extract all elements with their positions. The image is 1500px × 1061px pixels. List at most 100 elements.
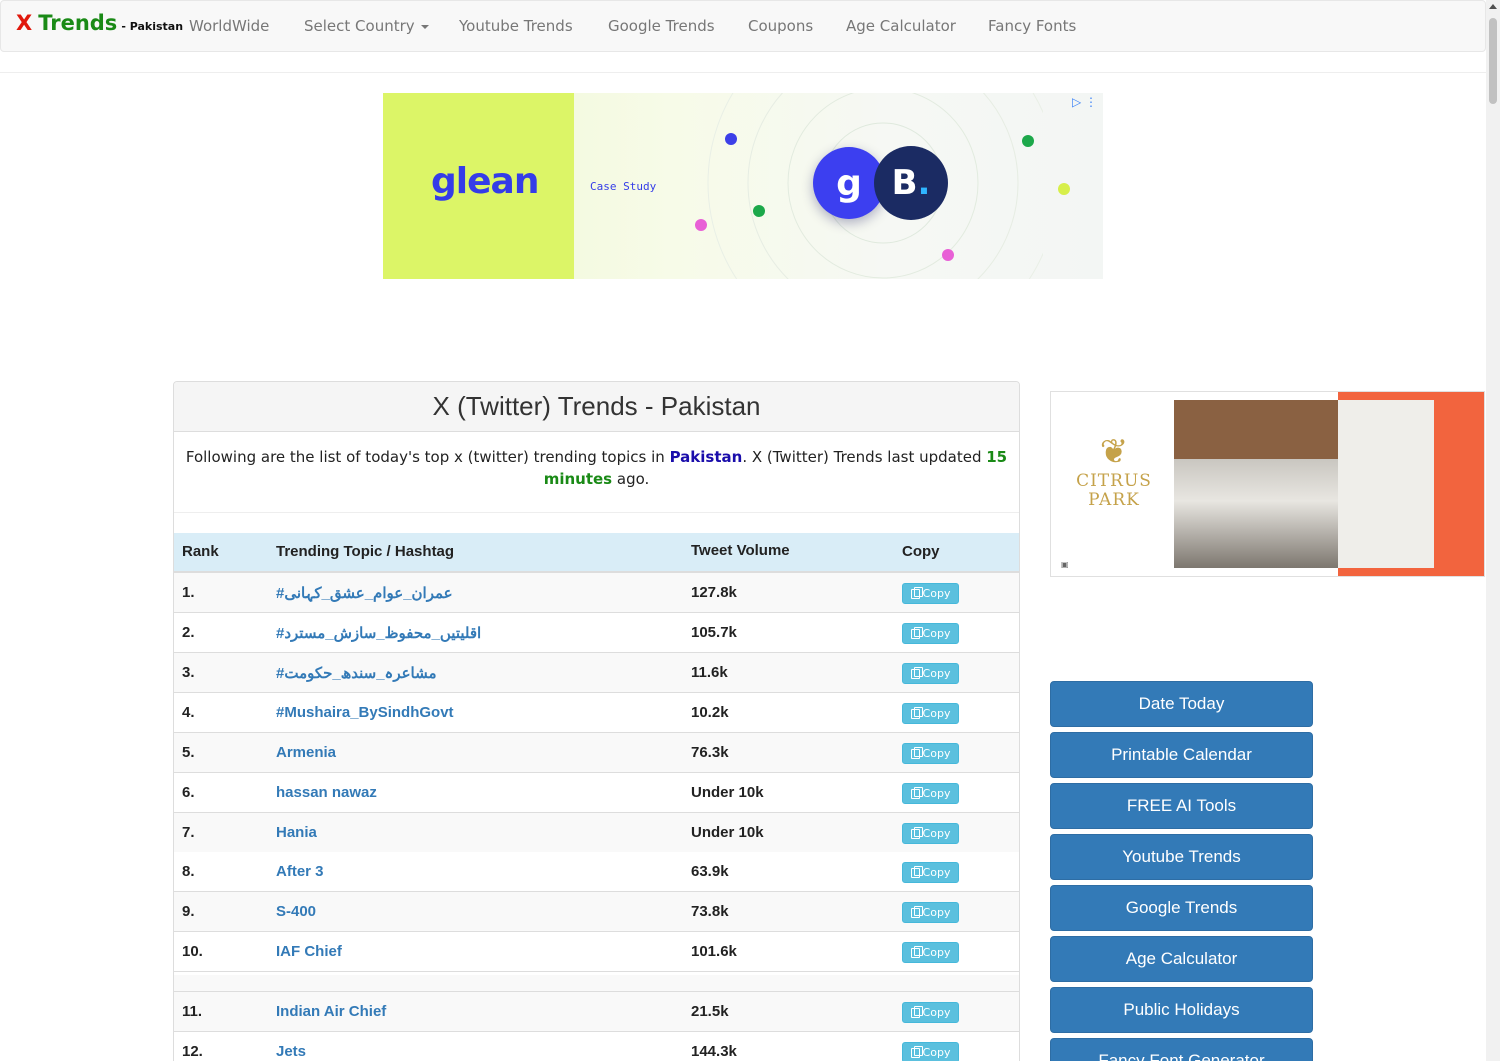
header-rank: Rank <box>182 543 219 560</box>
table-header: Rank Trending Topic / Hashtag Tweet Volu… <box>174 533 1019 573</box>
ad-dot <box>753 205 765 217</box>
ad-dot <box>1058 183 1070 195</box>
rank-cell: 11. <box>182 1003 203 1020</box>
volume-cell: 127.8k <box>691 584 737 601</box>
copy-icon <box>910 1045 923 1058</box>
topic-link[interactable]: IAF Chief <box>276 943 342 960</box>
scroll-up-arrow-icon[interactable] <box>1489 4 1497 9</box>
scrollbar-thumb[interactable] <box>1489 18 1497 104</box>
table-row: 4. #Mushaira_BySindhGovt 10.2k Copy <box>174 693 1019 733</box>
table-row: 5. Armenia 76.3k Copy <box>174 733 1019 773</box>
brand-trends: Trends <box>38 11 118 35</box>
copy-button[interactable]: Copy <box>902 703 959 724</box>
copy-label: Copy <box>922 787 951 800</box>
ad-choices-icon[interactable]: ▷ ⋮ <box>1072 95 1097 109</box>
copy-button[interactable]: Copy <box>902 862 959 883</box>
brand-x: X <box>16 11 33 35</box>
google-trends-button[interactable]: Google Trends <box>1050 885 1313 931</box>
copy-button[interactable]: Copy <box>902 823 959 844</box>
topic-link[interactable]: Indian Air Chief <box>276 1003 386 1020</box>
ad-tagline: Case Study <box>590 180 657 193</box>
copy-icon <box>910 746 923 759</box>
public-holidays-button[interactable]: Public Holidays <box>1050 987 1313 1033</box>
printable-calendar-button[interactable]: Printable Calendar <box>1050 732 1313 778</box>
citrus-leaf-icon: ❦ <box>1099 432 1129 472</box>
copy-label: Copy <box>922 866 951 879</box>
nav-fancy-fonts[interactable]: Fancy Fonts <box>988 17 1076 35</box>
topic-link[interactable]: #مشاعرہ_سندھ_حکومت <box>276 664 437 682</box>
brand-logo[interactable]: X Trends - Pakistan <box>16 11 183 41</box>
ad-brand-panel: glean <box>383 93 574 279</box>
rank-cell: 12. <box>182 1043 203 1060</box>
free-ai-tools-button[interactable]: FREE AI Tools <box>1050 783 1313 829</box>
chevron-down-icon <box>420 24 429 29</box>
divider <box>0 72 1486 73</box>
nav-youtube-trends[interactable]: Youtube Trends <box>459 17 573 35</box>
ad-brand-line2: PARK <box>1088 490 1140 510</box>
copy-icon <box>910 626 923 639</box>
nav-age-calculator[interactable]: Age Calculator <box>846 17 956 35</box>
copy-icon <box>910 945 923 958</box>
topic-link[interactable]: After 3 <box>276 863 324 880</box>
topic-link[interactable]: Jets <box>276 1043 306 1060</box>
volume-cell: 63.9k <box>691 863 729 880</box>
table-row: 6. hassan nawaz Under 10k Copy <box>174 773 1019 813</box>
topic-link[interactable]: #اقلیتیں_محفوظ_سازش_مسترد <box>276 624 481 642</box>
topic-link[interactable]: #Mushaira_BySindhGovt <box>276 704 454 721</box>
copy-button[interactable]: Copy <box>902 663 959 684</box>
rank-cell: 9. <box>182 903 195 920</box>
age-calculator-button[interactable]: Age Calculator <box>1050 936 1313 982</box>
volume-cell: Under 10k <box>691 824 764 841</box>
topic-link[interactable]: Hania <box>276 824 317 841</box>
rank-cell: 4. <box>182 704 195 721</box>
copy-label: Copy <box>922 906 951 919</box>
copy-button[interactable]: Copy <box>902 1002 959 1023</box>
scrollbar[interactable] <box>1486 0 1500 1061</box>
header-volume: Tweet Volume <box>691 542 790 559</box>
rank-cell: 8. <box>182 863 195 880</box>
copy-button[interactable]: Copy <box>902 583 959 604</box>
table-row: 11. Indian Air Chief 21.5k Copy <box>174 992 1019 1032</box>
ad-banner-side[interactable]: ❦ CITRUS PARK ▣ <box>1050 391 1485 577</box>
volume-cell: 144.3k <box>691 1043 737 1060</box>
ad-dot <box>942 249 954 261</box>
youtube-trends-button[interactable]: Youtube Trends <box>1050 834 1313 880</box>
copy-label: Copy <box>922 827 951 840</box>
ad-banner-top[interactable]: glean Case Study g B. ▷ ⋮ <box>383 93 1103 279</box>
nav-select-country[interactable]: Select Country <box>304 17 429 35</box>
fancy-font-generator-button[interactable]: Fancy Font Generator <box>1050 1038 1313 1061</box>
copy-button[interactable]: Copy <box>902 942 959 963</box>
topic-link[interactable]: #عمران_عوام_عشق_کہانی <box>276 584 453 602</box>
volume-cell: 11.6k <box>691 664 728 681</box>
copy-button[interactable]: Copy <box>902 902 959 923</box>
nav-select-country-label: Select Country <box>304 17 415 35</box>
ad-accent-panel <box>1338 392 1484 576</box>
divider <box>174 512 1019 513</box>
copy-icon <box>910 586 923 599</box>
nav-worldwide[interactable]: WorldWide <box>189 17 269 35</box>
copy-label: Copy <box>922 1046 951 1059</box>
topic-link[interactable]: hassan nawaz <box>276 784 377 801</box>
rank-cell: 1. <box>182 584 195 601</box>
copy-icon <box>910 706 923 719</box>
date-today-button[interactable]: Date Today <box>1050 681 1313 727</box>
ad-dot <box>695 219 707 231</box>
nav-google-trends[interactable]: Google Trends <box>608 17 715 35</box>
copy-button[interactable]: Copy <box>902 743 959 764</box>
table-row: 9. S-400 73.8k Copy <box>174 892 1019 932</box>
topic-link[interactable]: S-400 <box>276 903 316 920</box>
copy-button[interactable]: Copy <box>902 623 959 644</box>
ad-logo-b-letter: B <box>891 163 918 203</box>
table-row: 8. After 3 63.9k Copy <box>174 852 1019 892</box>
copy-icon <box>910 666 923 679</box>
ad-info-icon[interactable]: ▣ <box>1061 560 1069 569</box>
intro-text: Following are the list of today's top x … <box>184 446 1009 490</box>
copy-button[interactable]: Copy <box>902 783 959 804</box>
copy-button[interactable]: Copy <box>902 1042 959 1061</box>
copy-label: Copy <box>922 946 951 959</box>
nav-coupons[interactable]: Coupons <box>748 17 813 35</box>
volume-cell: Under 10k <box>691 784 764 801</box>
ad-dot <box>725 133 737 145</box>
copy-label: Copy <box>922 707 951 720</box>
topic-link[interactable]: Armenia <box>276 744 336 761</box>
